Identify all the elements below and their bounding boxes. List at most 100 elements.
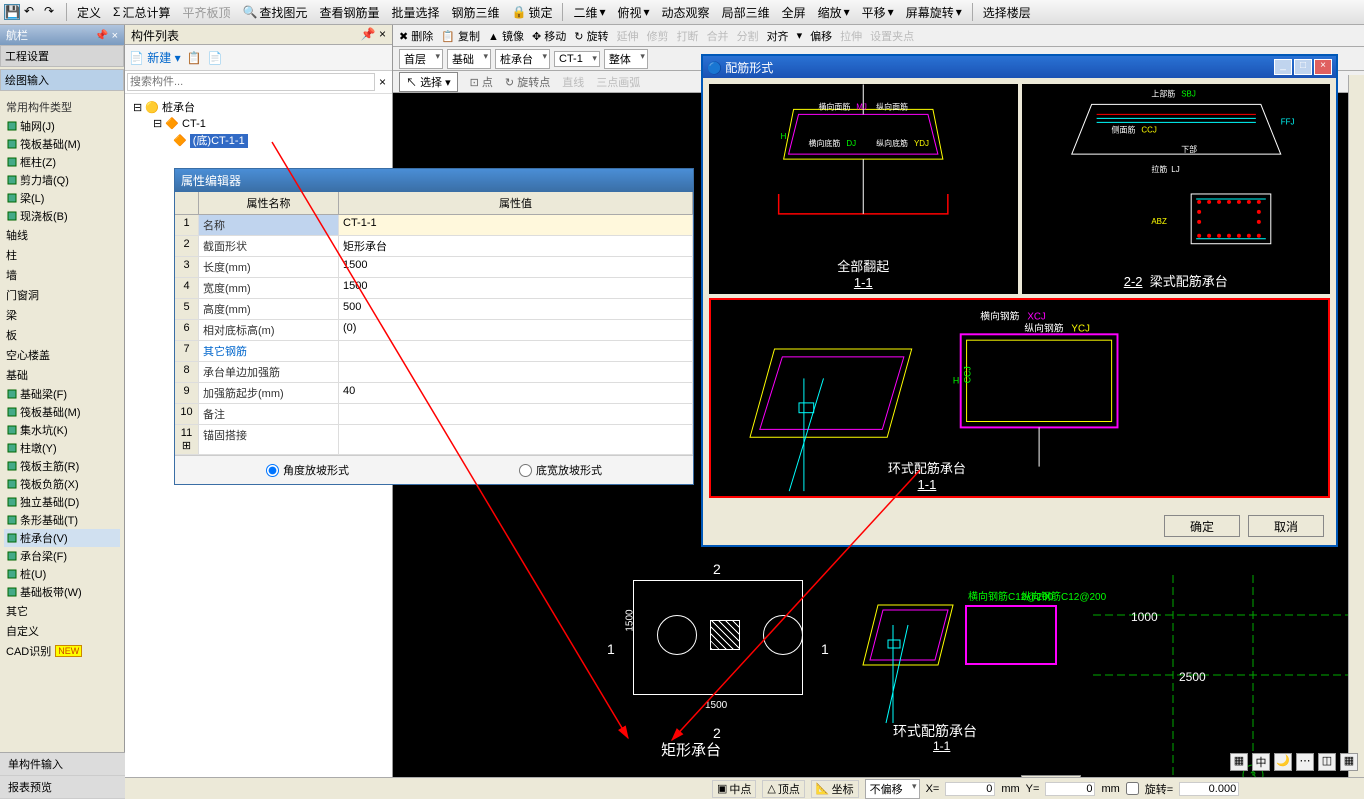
icon-moon[interactable]: 🌙 (1274, 753, 1292, 771)
search-input[interactable] (127, 73, 375, 91)
copy-btn[interactable]: 📋 复制 (441, 28, 480, 44)
move-btn[interactable]: ✥ 移动 (532, 28, 566, 44)
prop-row-10[interactable]: 10备注 (175, 404, 693, 425)
rebar-3d-btn[interactable]: 钢筋三维 (447, 4, 503, 21)
grp-found[interactable]: 基础 (4, 365, 120, 385)
sum-calc-btn[interactable]: Σ 汇总计算 (109, 4, 174, 21)
nav-strip-found[interactable]: 条形基础(T) (4, 511, 120, 529)
nav-raft2[interactable]: 筏板基础(M) (4, 403, 120, 421)
component-dropdown[interactable]: 桩承台 (495, 49, 550, 69)
nav-raft-neg[interactable]: 筏板负筋(X) (4, 475, 120, 493)
offset-btn[interactable]: 偏移 (810, 28, 832, 44)
eng-setting-group[interactable]: 工程设置 (0, 45, 124, 67)
prop-row-2[interactable]: 2截面形状矩形承台 (175, 236, 693, 257)
view-2d-btn[interactable]: 二维 ▾ (569, 4, 609, 21)
cancel-button[interactable]: 取消 (1248, 515, 1324, 537)
rotate-check[interactable] (1126, 782, 1139, 795)
nav-sump[interactable]: 集水坑(K) (4, 421, 120, 439)
define-btn[interactable]: 定义 (73, 4, 105, 21)
nav-raft-main[interactable]: 筏板主筋(R) (4, 457, 120, 475)
angle-slope-radio[interactable]: 角度放坡形式 (266, 462, 349, 478)
vertical-scrollbar[interactable] (1348, 75, 1364, 777)
floor-dropdown[interactable]: 首层 (399, 49, 443, 69)
snap-coord[interactable]: 📐 坐标 (811, 780, 859, 798)
grp-beam[interactable]: 梁 (4, 305, 120, 325)
nav-axis[interactable]: 轴网(J) (4, 117, 120, 135)
nav-fbeam[interactable]: 基础梁(F) (4, 385, 120, 403)
redo-icon[interactable]: ↷ (44, 4, 60, 20)
nav-pilecap[interactable]: 桩承台(V) (4, 529, 120, 547)
save-icon[interactable]: 💾 (4, 4, 20, 20)
prop-row-7[interactable]: 7其它钢筋 (175, 341, 693, 362)
dialog-titlebar[interactable]: 🔵 配筋形式 _ □ × (703, 56, 1336, 78)
pin-icon[interactable]: 📌 × (95, 29, 118, 42)
prop-row-4[interactable]: 4宽度(mm)1500 (175, 278, 693, 299)
new-component-btn[interactable]: 📄 新建 ▾ (129, 49, 181, 66)
minimize-icon[interactable]: _ (1274, 59, 1292, 75)
grp-other[interactable]: 其它 (4, 601, 120, 621)
search-clear-icon[interactable]: × (375, 73, 390, 91)
prop-row-3[interactable]: 3长度(mm)1500 (175, 257, 693, 278)
close-icon[interactable]: 📌 × (361, 27, 386, 42)
rebar-option-all-flip[interactable]: 横向面筋MJ 纵向面筋 横向底筋DJ 纵向底筋YDJ H 全部翻起1-1 (709, 84, 1018, 294)
batch-select-btn[interactable]: 批量选择 (387, 4, 443, 21)
prop-row-8[interactable]: 8承台单边加强筋 (175, 362, 693, 383)
nav-capbeam[interactable]: 承台梁(F) (4, 547, 120, 565)
grp-wall[interactable]: 墙 (4, 265, 120, 285)
nav-column[interactable]: 框柱(Z) (4, 153, 120, 171)
undo-icon[interactable]: ↶ (24, 4, 40, 20)
maximize-icon[interactable]: □ (1294, 59, 1312, 75)
view-rebar-btn[interactable]: 查看钢筋量 (315, 4, 383, 21)
grp-custom[interactable]: 自定义 (4, 621, 120, 641)
whole-dropdown[interactable]: 整体 (604, 49, 648, 69)
nav-slab[interactable]: 现浇板(B) (4, 207, 120, 225)
ok-button[interactable]: 确定 (1164, 515, 1240, 537)
category-dropdown[interactable]: 基础 (447, 49, 491, 69)
grp-door[interactable]: 门窗洞 (4, 285, 120, 305)
point-mode[interactable]: ⊡ 点 (470, 74, 493, 90)
prop-row-1[interactable]: 1名称CT-1-1 (175, 215, 693, 236)
nav-beam[interactable]: 梁(L) (4, 189, 120, 207)
prop-row-6[interactable]: 6相对底标高(m)(0) (175, 320, 693, 341)
offset-dropdown[interactable]: 不偏移 (865, 779, 920, 799)
icon-cube[interactable]: ◫ (1318, 753, 1336, 771)
draw-input-group[interactable]: 绘图输入 (0, 69, 124, 91)
rotate-input[interactable] (1179, 782, 1239, 796)
width-slope-radio[interactable]: 底宽放坡形式 (519, 462, 602, 478)
snap-vertex[interactable]: △ 顶点 (762, 780, 804, 798)
rebar-option-beam[interactable]: 上部筋SBJ 侧面筋CCJ FFJ 下部 拉筋LJ ABZ (1022, 84, 1331, 294)
grp-axis[interactable]: 轴线 (4, 225, 120, 245)
align-btn[interactable]: 对齐 (767, 28, 789, 44)
nav-found-strip[interactable]: 基础板带(W) (4, 583, 120, 601)
select-mode[interactable]: ↖ 选择 ▾ (399, 72, 458, 92)
screen-rotate-btn[interactable]: 屏幕旋转 ▾ (902, 4, 966, 21)
find-elem-btn[interactable]: 🔍 查找图元 (238, 4, 311, 21)
close-icon[interactable]: × (1314, 59, 1332, 75)
grp-slab[interactable]: 板 (4, 325, 120, 345)
nav-pile[interactable]: 桩(U) (4, 565, 120, 583)
x-input[interactable] (945, 782, 995, 796)
copy-icon[interactable]: 📋 (187, 51, 202, 65)
delete-btn[interactable]: ✖ 删除 (399, 28, 433, 44)
nav-ind-found[interactable]: 独立基础(D) (4, 493, 120, 511)
icon-zhong[interactable]: 中 (1252, 753, 1270, 771)
prop-row-5[interactable]: 5高度(mm)500 (175, 299, 693, 320)
prop-row-11[interactable]: 11 ⊞锚固搭接 (175, 425, 693, 455)
top-view-btn[interactable]: 俯视 ▾ (614, 4, 654, 21)
mirror-btn[interactable]: ▲ 镜像 (488, 28, 524, 44)
single-component-tab[interactable]: 单构件输入 (0, 753, 125, 776)
orbit-btn[interactable]: 动态观察 (658, 4, 714, 21)
y-input[interactable] (1045, 782, 1095, 796)
report-preview-tab[interactable]: 报表预览 (0, 776, 125, 799)
grp-hollow[interactable]: 空心楼盖 (4, 345, 120, 365)
zoom-btn[interactable]: 缩放 ▾ (814, 4, 854, 21)
select-floor-btn[interactable]: 选择楼层 (979, 4, 1035, 21)
icon-hatch[interactable]: ▦ (1230, 753, 1248, 771)
pan-btn[interactable]: 平移 ▾ (858, 4, 898, 21)
snap-midpoint[interactable]: ▣ 中点 (712, 780, 756, 798)
fullscreen-btn[interactable]: 全屏 (778, 4, 810, 21)
rebar-option-ring[interactable]: 横向钢筋XCJ 纵向钢筋YCJ CCJ H 环式配筋承台1-1 (709, 298, 1330, 498)
icon-dots[interactable]: ⋯ (1296, 753, 1314, 771)
nav-wall[interactable]: 剪力墙(Q) (4, 171, 120, 189)
tree-root[interactable]: ⊟ 🟡 桩承台 (129, 98, 388, 116)
